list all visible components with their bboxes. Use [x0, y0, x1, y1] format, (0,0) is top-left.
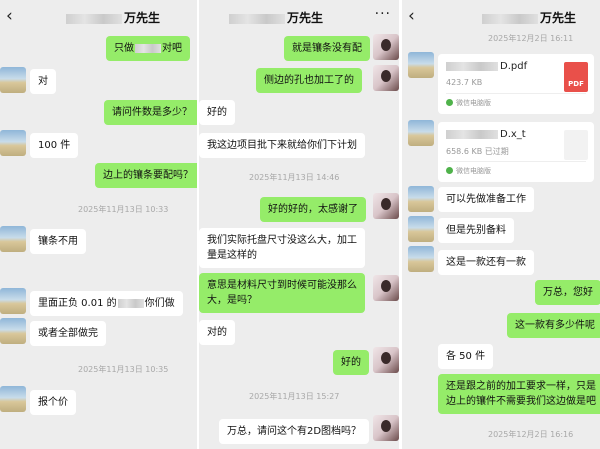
- contact-avatar[interactable]: [0, 226, 26, 252]
- message-line: 边上的镶件不需要我们这边做是吧: [446, 396, 596, 407]
- generic-file-icon: [564, 130, 588, 160]
- message-bubble-sent[interactable]: 好的好的，太感谢了: [260, 197, 366, 222]
- message-bubble-received[interactable]: 100 件: [30, 133, 79, 158]
- message-bubble-received[interactable]: 里面正负 0.01 的你们做: [30, 291, 183, 316]
- contact-name: 万先生: [66, 9, 160, 26]
- file-size: 423.7 KB: [446, 78, 483, 87]
- redacted-name: [66, 13, 122, 24]
- message-bubble-sent[interactable]: 这一款有多少件呢: [507, 313, 600, 338]
- redacted-filename: [446, 129, 498, 139]
- user-avatar[interactable]: [373, 347, 399, 373]
- contact-avatar[interactable]: [408, 216, 434, 242]
- file-message-xt[interactable]: D.x_t 658.6 KB 已过期 微信电脑版: [438, 122, 594, 182]
- timestamp: 2025年11月13日 10:33: [78, 205, 169, 214]
- message-bubble-received[interactable]: 万总，请问这个有2D图档吗？: [219, 419, 370, 444]
- contact-avatar[interactable]: [0, 318, 26, 344]
- message-bubble-received[interactable]: 可以先做准备工作: [438, 187, 534, 212]
- more-options-icon[interactable]: ···: [375, 6, 391, 22]
- file-source: 微信电脑版: [446, 98, 491, 108]
- message-bubble-received[interactable]: 好的: [199, 100, 235, 125]
- message-line: 量是这样的: [207, 250, 257, 261]
- back-arrow-icon[interactable]: ‹: [6, 7, 13, 25]
- message-bubble-received[interactable]: 或者全部做完: [30, 321, 106, 346]
- message-bubble-received[interactable]: 但是先别备料: [438, 218, 514, 243]
- wechat-pc-icon: [446, 167, 453, 174]
- redacted-text: [117, 298, 144, 308]
- message-line: 大，是吗？: [207, 295, 257, 306]
- redacted-filename: [446, 61, 498, 71]
- message-line: 意思是材料尺寸到时候可能没那么: [207, 280, 357, 291]
- chat-panel-3: ‹ 万先生 2025年12月2日 16:11 D.pdf 423.7 KB 微信…: [402, 0, 600, 449]
- message-bubble-sent[interactable]: 边上的镶条要配吗？: [95, 163, 197, 188]
- file-name: D.pdf: [446, 61, 527, 72]
- contact-avatar[interactable]: [0, 67, 26, 93]
- message-bubble-sent[interactable]: 万总，您好: [535, 280, 600, 305]
- message-bubble-received[interactable]: 这是一款还有一款: [438, 250, 534, 275]
- timestamp: 2025年11月13日 10:35: [78, 365, 169, 374]
- pdf-file-icon: PDF: [564, 62, 588, 92]
- message-bubble-received[interactable]: 报个价: [30, 390, 76, 415]
- chat-header: ‹ 万先生: [402, 0, 600, 34]
- contact-name: 万先生: [229, 9, 323, 26]
- user-avatar[interactable]: [373, 34, 399, 60]
- message-bubble-received[interactable]: 对的: [199, 320, 235, 345]
- contact-avatar[interactable]: [408, 120, 434, 146]
- contact-name: 万先生: [482, 9, 576, 26]
- file-name: D.x_t: [446, 129, 526, 140]
- user-avatar[interactable]: [373, 415, 399, 441]
- back-arrow-icon[interactable]: ‹: [408, 7, 415, 25]
- message-line: 还是跟之前的加工要求一样，只是: [446, 381, 596, 392]
- contact-avatar[interactable]: [408, 52, 434, 78]
- message-bubble-received[interactable]: 对: [30, 69, 56, 94]
- timestamp: 2025年12月2日 16:16: [488, 430, 574, 439]
- user-avatar[interactable]: [373, 193, 399, 219]
- contact-avatar[interactable]: [0, 386, 26, 412]
- message-bubble-sent[interactable]: 还是跟之前的加工要求一样，只是 边上的镶件不需要我们这边做是吧: [438, 374, 600, 414]
- message-bubble-sent[interactable]: 只做 对吧: [106, 36, 190, 61]
- redacted-name: [482, 13, 538, 24]
- message-bubble-sent[interactable]: 侧边的孔也加工了的: [256, 68, 362, 93]
- wechat-pc-icon: [446, 99, 453, 106]
- message-bubble-sent[interactable]: 好的: [333, 350, 369, 375]
- redacted-text: [135, 43, 161, 53]
- message-bubble-sent[interactable]: 请问件数是多少？: [104, 100, 197, 125]
- message-line: 我们实际托盘尺寸没这么大，加工: [207, 235, 357, 246]
- message-bubble-received[interactable]: 镶条不用: [30, 229, 86, 254]
- timestamp: 2025年11月13日 14:46: [249, 173, 340, 182]
- divider: [446, 161, 586, 162]
- file-source: 微信电脑版: [446, 166, 491, 176]
- chat-header: 万先生 ···: [199, 0, 399, 34]
- contact-avatar[interactable]: [0, 130, 26, 156]
- contact-avatar[interactable]: [408, 186, 434, 212]
- divider: [446, 93, 586, 94]
- file-size: 658.6 KB 已过期: [446, 147, 509, 156]
- contact-avatar[interactable]: [408, 246, 434, 272]
- message-bubble-received[interactable]: 我这边项目批下来就给你们下计划: [199, 133, 365, 158]
- message-bubble-received[interactable]: 各 50 件: [438, 344, 494, 369]
- message-bubble-received[interactable]: 我们实际托盘尺寸没这么大，加工 量是这样的: [199, 228, 365, 268]
- timestamp: 2025年11月13日 15:27: [249, 392, 340, 401]
- contact-avatar[interactable]: [0, 288, 26, 314]
- redacted-name: [229, 13, 285, 24]
- timestamp: 2025年12月2日 16:11: [488, 34, 574, 43]
- screenshot-collage: ‹ 万先生 只做 对吧 对 请问件数是多少？ 100 件 边上的镶条要配吗？ 20…: [0, 0, 600, 449]
- chat-panel-1: ‹ 万先生 只做 对吧 对 请问件数是多少？ 100 件 边上的镶条要配吗？ 20…: [0, 0, 197, 449]
- user-avatar[interactable]: [373, 65, 399, 91]
- user-avatar[interactable]: [373, 275, 399, 301]
- message-bubble-sent[interactable]: 就是镶条没有配: [284, 36, 370, 61]
- chat-header: ‹ 万先生: [0, 0, 197, 34]
- file-message-pdf[interactable]: D.pdf 423.7 KB 微信电脑版 PDF: [438, 54, 594, 114]
- chat-panel-2: 万先生 ··· 就是镶条没有配 侧边的孔也加工了的 好的 我这边项目批下来就给你…: [199, 0, 399, 449]
- message-bubble-sent[interactable]: 意思是材料尺寸到时候可能没那么 大，是吗？: [199, 273, 365, 313]
